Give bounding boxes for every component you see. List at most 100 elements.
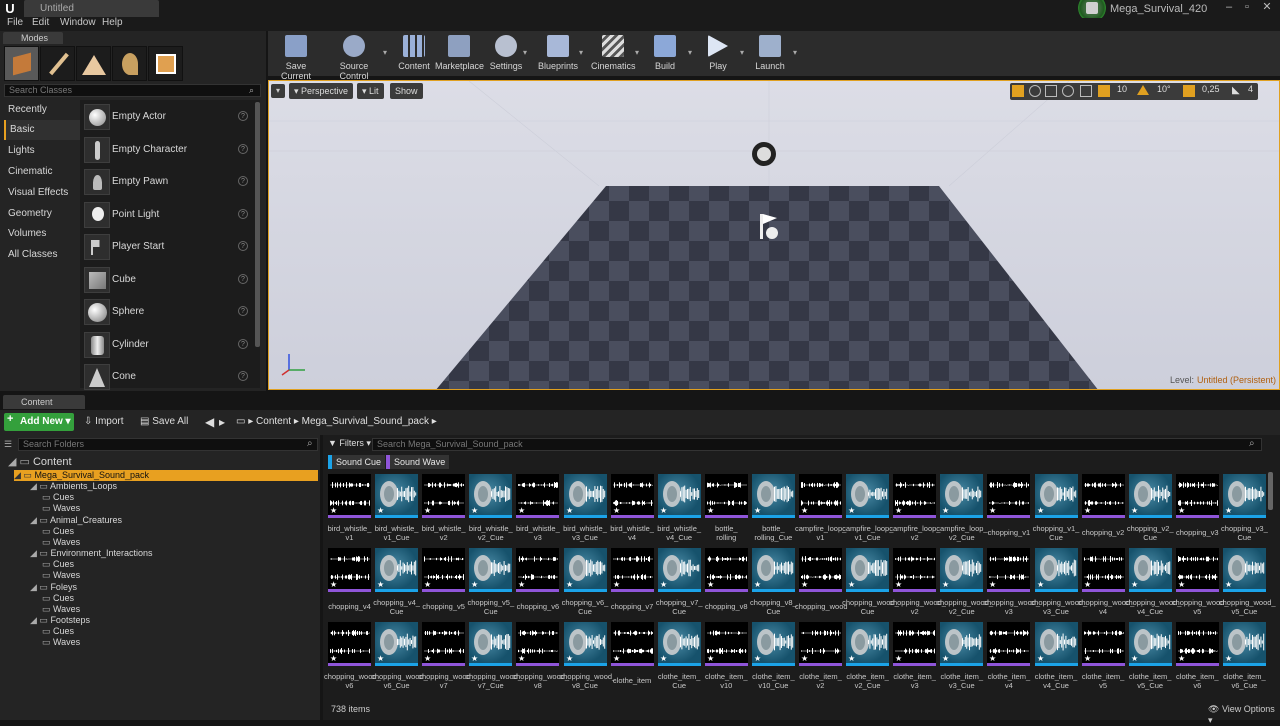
translate-icon[interactable] bbox=[1012, 85, 1024, 97]
sound-cue-asset[interactable]: ★ chopping_wood_ v6_Cue bbox=[371, 622, 428, 692]
document-tab[interactable]: Untitled bbox=[24, 0, 159, 17]
blueprints-dropdown-icon[interactable]: ▾ bbox=[579, 48, 587, 57]
sound-wave-asset[interactable]: ★ chopping_v5 bbox=[422, 548, 466, 618]
folder-tree-item[interactable]: ▭ Cues bbox=[42, 626, 74, 637]
close-icon[interactable]: ✕ bbox=[1259, 0, 1275, 16]
sound-wave-asset[interactable]: ★ bird_whistle_ v3 bbox=[516, 474, 560, 544]
sound-cue-asset[interactable]: ★ clothe_item_ Cue bbox=[657, 622, 701, 692]
folder-tree-item[interactable]: ▭ Cues bbox=[42, 492, 74, 503]
settings-dropdown-icon[interactable]: ▾ bbox=[523, 48, 531, 57]
help-icon[interactable]: ? bbox=[238, 241, 248, 251]
minimize-icon[interactable]: – bbox=[1221, 0, 1237, 16]
folder-tree-item[interactable]: ▭ Waves bbox=[42, 570, 80, 581]
sound-cue-asset[interactable]: ★ chopping_wood_ v5_Cue bbox=[1219, 548, 1276, 618]
sound-cue-asset[interactable]: ★ chopping_wood_ v3_Cue bbox=[1031, 548, 1087, 618]
sound-cue-asset[interactable]: ★ chopping_wood_ v4_Cue bbox=[1125, 548, 1181, 618]
folder-tree-item[interactable]: ◢ ▭ Footsteps bbox=[30, 615, 90, 626]
grid-snap-icon[interactable] bbox=[1098, 85, 1110, 97]
folder-tree-item[interactable]: ▭ Waves bbox=[42, 637, 80, 648]
content-button[interactable]: Content bbox=[397, 33, 431, 73]
filter-chip-sound-cue[interactable]: Sound Cue bbox=[328, 455, 386, 469]
place-item-empty-actor[interactable]: Empty Actor? bbox=[84, 102, 254, 132]
rotation-snap-icon[interactable] bbox=[1137, 85, 1149, 95]
import-button[interactable]: ⇩ Import bbox=[84, 414, 124, 430]
help-icon[interactable]: ? bbox=[238, 176, 248, 186]
search-classes-input[interactable]: Search Classes bbox=[4, 84, 261, 97]
sound-cue-asset[interactable]: ★ chopping_v4_ Cue bbox=[373, 548, 420, 618]
folder-tree-item[interactable]: ◢ ▭ Mega_Survival_Sound_pack bbox=[14, 470, 318, 481]
sound-cue-asset[interactable]: ★ clothe_item_ v10_Cue bbox=[751, 622, 795, 692]
sound-cue-asset[interactable]: ★ clothe_item_ v3_Cue bbox=[940, 622, 984, 692]
sound-cue-asset[interactable]: ★ chopping_wood_ v7_Cue bbox=[465, 622, 522, 692]
sound-wave-asset[interactable]: ★ clothe_item_ v10 bbox=[704, 622, 748, 692]
sound-wave-asset[interactable]: ★ campfire_loop_ v1 bbox=[795, 474, 846, 544]
build-dropdown-icon[interactable]: ▾ bbox=[688, 48, 696, 57]
help-icon[interactable]: ? bbox=[238, 306, 248, 316]
sound-cue-asset[interactable]: ★ bottle_ rolling_Cue bbox=[751, 474, 795, 544]
play-button[interactable]: Play bbox=[703, 33, 733, 73]
category-all-classes[interactable]: All Classes bbox=[4, 245, 80, 265]
folder-tree-item[interactable]: ▭ Waves bbox=[42, 537, 80, 548]
rotate-icon[interactable] bbox=[1029, 85, 1041, 97]
settings-button[interactable]: Settings bbox=[489, 33, 523, 73]
help-icon[interactable]: ? bbox=[238, 144, 248, 154]
rotation-snap-value[interactable]: 10° bbox=[1157, 84, 1171, 94]
sound-cue-asset[interactable]: ★ bird_whistle_ v2_Cue bbox=[469, 474, 513, 544]
folder-tree-item[interactable]: ◢ ▭ Ambients_Loops bbox=[30, 481, 117, 492]
place-item-empty-pawn[interactable]: Empty Pawn? bbox=[84, 167, 254, 197]
folder-tree-item[interactable]: ▭ Waves bbox=[42, 503, 80, 514]
launch-dropdown-icon[interactable]: ▾ bbox=[793, 48, 801, 57]
landscape-mode-button[interactable] bbox=[76, 46, 111, 81]
camera-speed-value[interactable]: 4 bbox=[1248, 84, 1253, 94]
category-basic[interactable]: Basic bbox=[4, 120, 80, 140]
sound-wave-asset[interactable]: ★ chopping_v8 bbox=[704, 548, 748, 618]
folder-tree-item[interactable]: ▭ Waves bbox=[42, 604, 80, 615]
sound-cue-asset[interactable]: ★ chopping_wood_ v8_Cue bbox=[560, 622, 616, 692]
cinematics-button[interactable]: Cinematics bbox=[591, 33, 636, 73]
blueprints-button[interactable]: Blueprints bbox=[537, 33, 579, 73]
folder-tree-item[interactable]: ◢ ▭ Environment_Interactions bbox=[30, 548, 153, 559]
add-new-button[interactable]: Add New ▾ bbox=[4, 413, 74, 431]
sound-cue-asset[interactable]: ★ clothe_item_ v4_Cue bbox=[1034, 622, 1078, 692]
sound-wave-asset[interactable]: ★ chopping_v3 bbox=[1175, 474, 1219, 544]
sound-wave-asset[interactable]: ★ chopping_v2 bbox=[1081, 474, 1125, 544]
content-browser-tab[interactable]: Content Browser bbox=[3, 395, 85, 421]
sound-cue-asset[interactable]: ★ chopping_v8_ Cue bbox=[750, 548, 797, 618]
assets-scrollbar[interactable] bbox=[1268, 472, 1273, 510]
source-control-dropdown-icon[interactable]: ▾ bbox=[383, 48, 391, 57]
sound-cue-asset[interactable]: ★ chopping_v6_ Cue bbox=[562, 548, 608, 618]
lit-button[interactable]: ▾ Lit bbox=[357, 83, 384, 99]
help-icon[interactable]: ? bbox=[238, 274, 248, 284]
place-item-sphere[interactable]: Sphere? bbox=[84, 297, 254, 327]
place-item-empty-character[interactable]: Empty Character? bbox=[84, 135, 254, 165]
place-item-point-light[interactable]: Point Light? bbox=[84, 200, 254, 230]
sound-wave-asset[interactable]: ★ chopping_wood bbox=[795, 548, 848, 618]
world-space-icon[interactable] bbox=[1062, 85, 1074, 97]
play-dropdown-icon[interactable]: ▾ bbox=[740, 48, 748, 57]
sound-cue-asset[interactable]: ★ clothe_item_ v2_Cue bbox=[846, 622, 890, 692]
category-lights[interactable]: Lights bbox=[4, 141, 80, 161]
forward-arrow-icon[interactable]: ▸ bbox=[219, 414, 225, 430]
search-assets-input[interactable]: Search Mega_Survival_Sound_pack bbox=[372, 438, 1262, 451]
modes-tab[interactable]: Modes bbox=[3, 32, 63, 44]
build-button[interactable]: Build bbox=[650, 33, 680, 73]
filter-chip-sound-wave[interactable]: Sound Wave bbox=[386, 455, 450, 469]
menu-window[interactable]: Window bbox=[60, 17, 96, 28]
folder-tree-item[interactable]: ◢ ▭ Content bbox=[8, 457, 72, 470]
folder-tree-item[interactable]: ◢ ▭ Foleys bbox=[30, 582, 77, 593]
sound-wave-asset[interactable]: ★ chopping_v1 bbox=[987, 474, 1031, 544]
sound-cue-asset[interactable]: ★ bird_whistle_ v4_Cue bbox=[657, 474, 701, 544]
sound-cue-asset[interactable]: ★ bird_whistle_ v1_Cue bbox=[375, 474, 418, 544]
sound-wave-asset[interactable]: ★ clothe_item bbox=[610, 622, 654, 692]
filters-button[interactable]: ▼ Filters ▾ bbox=[328, 438, 371, 449]
category-geometry[interactable]: Geometry bbox=[4, 204, 80, 224]
menu-edit[interactable]: Edit bbox=[32, 17, 49, 28]
place-item-cone[interactable]: Cone? bbox=[84, 362, 254, 392]
sound-wave-asset[interactable]: ★ clothe_item_ v2 bbox=[799, 622, 842, 692]
marketplace-button[interactable]: Marketplace bbox=[435, 33, 484, 73]
sound-wave-asset[interactable]: ★ chopping_wood_ v5 bbox=[1172, 548, 1229, 618]
sound-wave-asset[interactable]: ★ chopping_wood_ v4 bbox=[1078, 548, 1134, 618]
sound-cue-asset[interactable]: ★ bird_whistle_ v3_Cue bbox=[563, 474, 607, 544]
paint-mode-button[interactable] bbox=[40, 46, 75, 81]
sound-cue-asset[interactable]: ★ chopping_wood_ Cue bbox=[842, 548, 899, 618]
